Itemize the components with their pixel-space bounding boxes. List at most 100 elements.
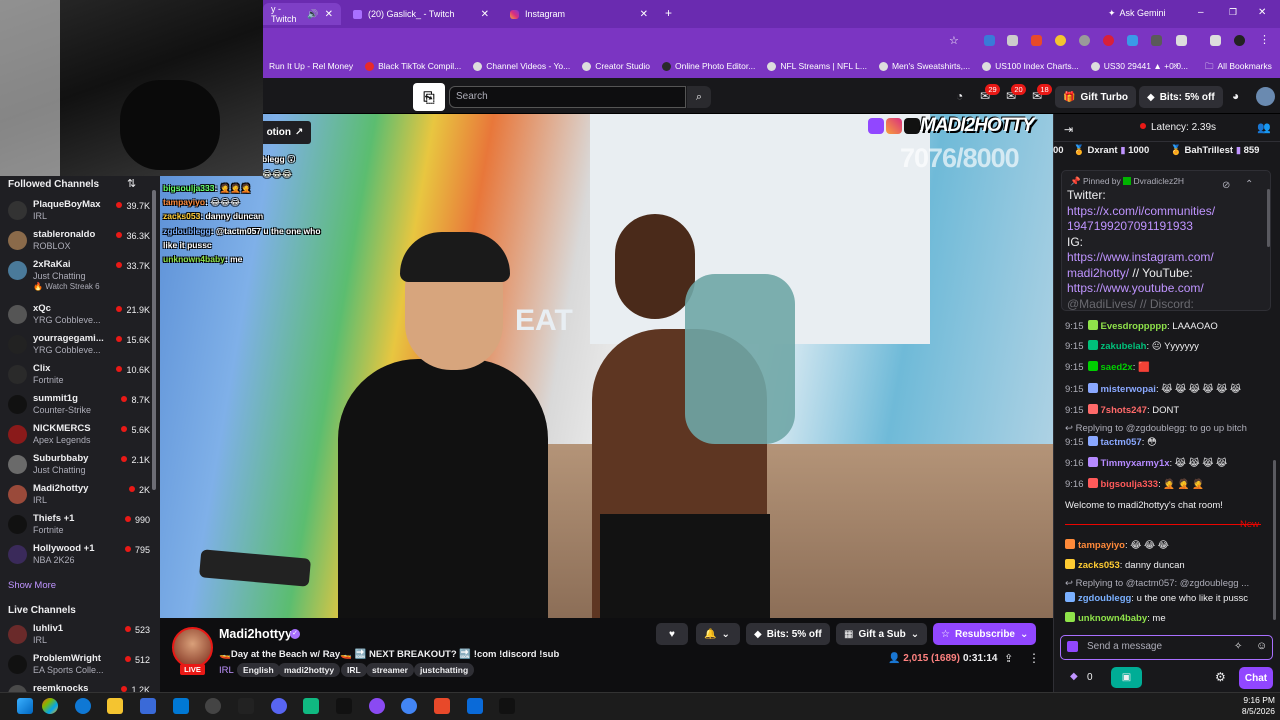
tab-gaslick[interactable]: (20) Gaslick_ - Twitch ✕ xyxy=(345,3,497,25)
chrome-icon[interactable] xyxy=(401,698,417,714)
sidebar-channel-item[interactable]: luhliv1 IRL 523 xyxy=(8,622,150,648)
bits-offer-button[interactable]: ◆ Bits: 5% off xyxy=(1139,86,1223,108)
chevron-right-icon[interactable]: » xyxy=(1173,60,1179,71)
show-more-link[interactable]: Show More xyxy=(8,580,56,591)
message-user[interactable]: tampayiyo xyxy=(1078,540,1125,551)
close-tab-icon[interactable]: ✕ xyxy=(640,9,648,20)
kebab-menu-icon[interactable]: ⋮ xyxy=(1259,33,1270,46)
app-icon[interactable] xyxy=(434,698,450,714)
message-user[interactable]: zacks053 xyxy=(1078,560,1120,571)
pinned-link[interactable]: https://www.youtube.com/ xyxy=(1067,281,1217,297)
store-icon[interactable] xyxy=(140,698,156,714)
bits-button[interactable]: ◆ Bits: 5% off xyxy=(746,623,830,645)
close-window-icon[interactable]: ✕ xyxy=(1258,7,1266,18)
sidebar-channel-item[interactable]: yourragegami... YRG Cobbleve... 15.6K xyxy=(8,332,150,358)
edge-icon[interactable] xyxy=(75,698,91,714)
message-user[interactable]: 7shots247 xyxy=(1101,405,1147,416)
pinned-link[interactable]: https://x.com/i/communities/194719920709… xyxy=(1067,204,1217,235)
sub-badge-icon[interactable] xyxy=(1067,641,1078,652)
extension-icon[interactable] xyxy=(1055,35,1066,46)
hide-pin-icon[interactable]: ⊘ xyxy=(1222,180,1230,191)
copilot-icon[interactable] xyxy=(42,698,58,714)
pinned-message[interactable]: 📌 Pinned by Dvradiclez2H ⊘ ⌃ Twitter: ht… xyxy=(1061,170,1271,311)
app-icon[interactable] xyxy=(467,698,483,714)
extension-icon[interactable] xyxy=(1151,35,1162,46)
close-tab-icon[interactable]: ✕ xyxy=(325,9,333,20)
sidebar-channel-item[interactable]: Madi2hottyy IRL 2K xyxy=(8,482,150,508)
share-icon[interactable]: ⇪ xyxy=(1004,652,1013,665)
notifications-button[interactable]: 🔔 ⌄ xyxy=(696,623,740,645)
extension-icon[interactable] xyxy=(1127,35,1138,46)
minimize-icon[interactable]: – xyxy=(1198,7,1204,18)
chat-message[interactable]: 9:15 7shots247: DONT xyxy=(1065,404,1273,417)
sidebar-channel-item[interactable]: Thiefs +1 Fortnite 990 xyxy=(8,512,150,538)
stream-tag[interactable]: IRL xyxy=(341,663,367,677)
bookmark-item[interactable]: Men's Sweatshirts,... xyxy=(878,61,970,71)
channel-name[interactable]: Madi2hottyy xyxy=(219,627,292,641)
message-user[interactable]: zakubelah xyxy=(1101,341,1147,352)
drops-icon[interactable]: ◕ xyxy=(1232,89,1239,103)
discord-icon[interactable] xyxy=(271,698,287,714)
chat-scrollbar[interactable] xyxy=(1273,460,1276,620)
message-user[interactable]: bigsoulja333 xyxy=(1101,479,1159,490)
tiktok-icon[interactable] xyxy=(336,698,352,714)
bits-icon[interactable]: ◆ xyxy=(1070,671,1078,682)
promotion-button[interactable]: otion ↗ xyxy=(259,121,311,144)
new-tab-icon[interactable]: + xyxy=(665,6,672,20)
message-user[interactable]: zgdoublegg xyxy=(1078,593,1131,604)
stream-tag[interactable]: justchatting xyxy=(414,663,475,677)
restore-icon[interactable]: ❐ xyxy=(1229,7,1237,18)
chevron-up-icon[interactable]: ⌃ xyxy=(1245,179,1253,190)
media-icon[interactable] xyxy=(1210,35,1221,46)
chat-message[interactable]: 9:15 misterwopai: 😹 😹 😹 😹 😹 😹 xyxy=(1065,383,1273,396)
emote-icon[interactable]: ☺ xyxy=(1256,640,1267,652)
gemini-button[interactable]: ✦ Ask Gemini xyxy=(1108,8,1166,19)
channel-points-button[interactable]: ▣ xyxy=(1111,667,1142,688)
magic-wand-icon[interactable]: ✧ xyxy=(1234,641,1242,652)
message-user[interactable]: misterwopai xyxy=(1101,384,1156,395)
bookmark-item[interactable]: NFL Streams | NFL L... xyxy=(767,61,867,71)
follow-heart-button[interactable]: ♥ xyxy=(656,623,688,645)
bookmark-item[interactable]: Creator Studio xyxy=(582,61,650,71)
stream-tag[interactable]: madi2hottyy xyxy=(278,663,341,677)
profile-avatar[interactable] xyxy=(1234,35,1245,46)
steam-icon[interactable] xyxy=(205,698,221,714)
crown-icon[interactable]: ◔ xyxy=(956,89,963,103)
stream-tag[interactable]: English xyxy=(237,663,280,677)
user-avatar[interactable] xyxy=(1256,87,1275,106)
star-icon[interactable]: ☆ xyxy=(949,34,959,47)
chat-message[interactable]: unknown4baby: me xyxy=(1065,612,1273,625)
extension-icon[interactable] xyxy=(1031,35,1042,46)
capcut-icon[interactable] xyxy=(499,698,515,714)
file-explorer-icon[interactable] xyxy=(107,698,123,714)
search-icon[interactable]: ⌕ xyxy=(687,86,711,108)
collapse-chat-icon[interactable]: ⇥ xyxy=(1064,123,1073,136)
close-tab-icon[interactable]: ✕ xyxy=(481,9,489,20)
stream-tag[interactable]: streamer xyxy=(366,663,414,677)
app-icon[interactable] xyxy=(303,698,319,714)
sidebar-channel-item[interactable]: PlaqueBoyMax IRL 39.7K xyxy=(8,198,150,224)
message-user[interactable]: Evesdroppppp xyxy=(1101,321,1168,332)
search-input[interactable]: Search xyxy=(449,86,686,108)
channel-avatar[interactable] xyxy=(172,627,213,668)
extension-icon[interactable] xyxy=(1007,35,1018,46)
sidebar-channel-item[interactable]: Hollywood +1 NBA 2K26 795 xyxy=(8,542,150,568)
sidebar-channel-item[interactable]: Clix Fortnite 10.6K xyxy=(8,362,150,388)
app-icon[interactable] xyxy=(369,698,385,714)
sidebar-channel-item[interactable]: ProblemWright EA Sports Colle... 512 xyxy=(8,652,150,678)
gift-turbo-button[interactable]: 🎁 Gift Turbo xyxy=(1055,86,1137,108)
epic-games-icon[interactable] xyxy=(238,698,254,714)
outlook-icon[interactable] xyxy=(173,698,189,714)
video-player[interactable]: EAT xyxy=(160,114,1053,618)
message-user[interactable]: saed2x xyxy=(1101,362,1133,373)
more-options-icon[interactable]: ⋮ xyxy=(1028,651,1040,665)
stream-category[interactable]: IRL xyxy=(219,665,234,676)
sidebar-channel-item[interactable]: 2xRaKai Just Chatting 33.7K 🔥 Watch Streak … xyxy=(8,258,150,291)
message-user[interactable]: unknown4baby xyxy=(1078,613,1147,624)
bookmark-item[interactable]: Channel Videos - Yo... xyxy=(473,61,570,71)
bookmark-item[interactable]: Run It Up - Rel Money xyxy=(269,61,353,71)
extension-icon[interactable] xyxy=(1103,35,1114,46)
bookmark-item[interactable]: US100 Index Charts... xyxy=(982,61,1079,71)
sidebar-channel-item[interactable]: NICKMERCS Apex Legends 5.6K xyxy=(8,422,150,448)
chat-message[interactable]: 9:15 tactm057: 😳 xyxy=(1065,436,1273,449)
